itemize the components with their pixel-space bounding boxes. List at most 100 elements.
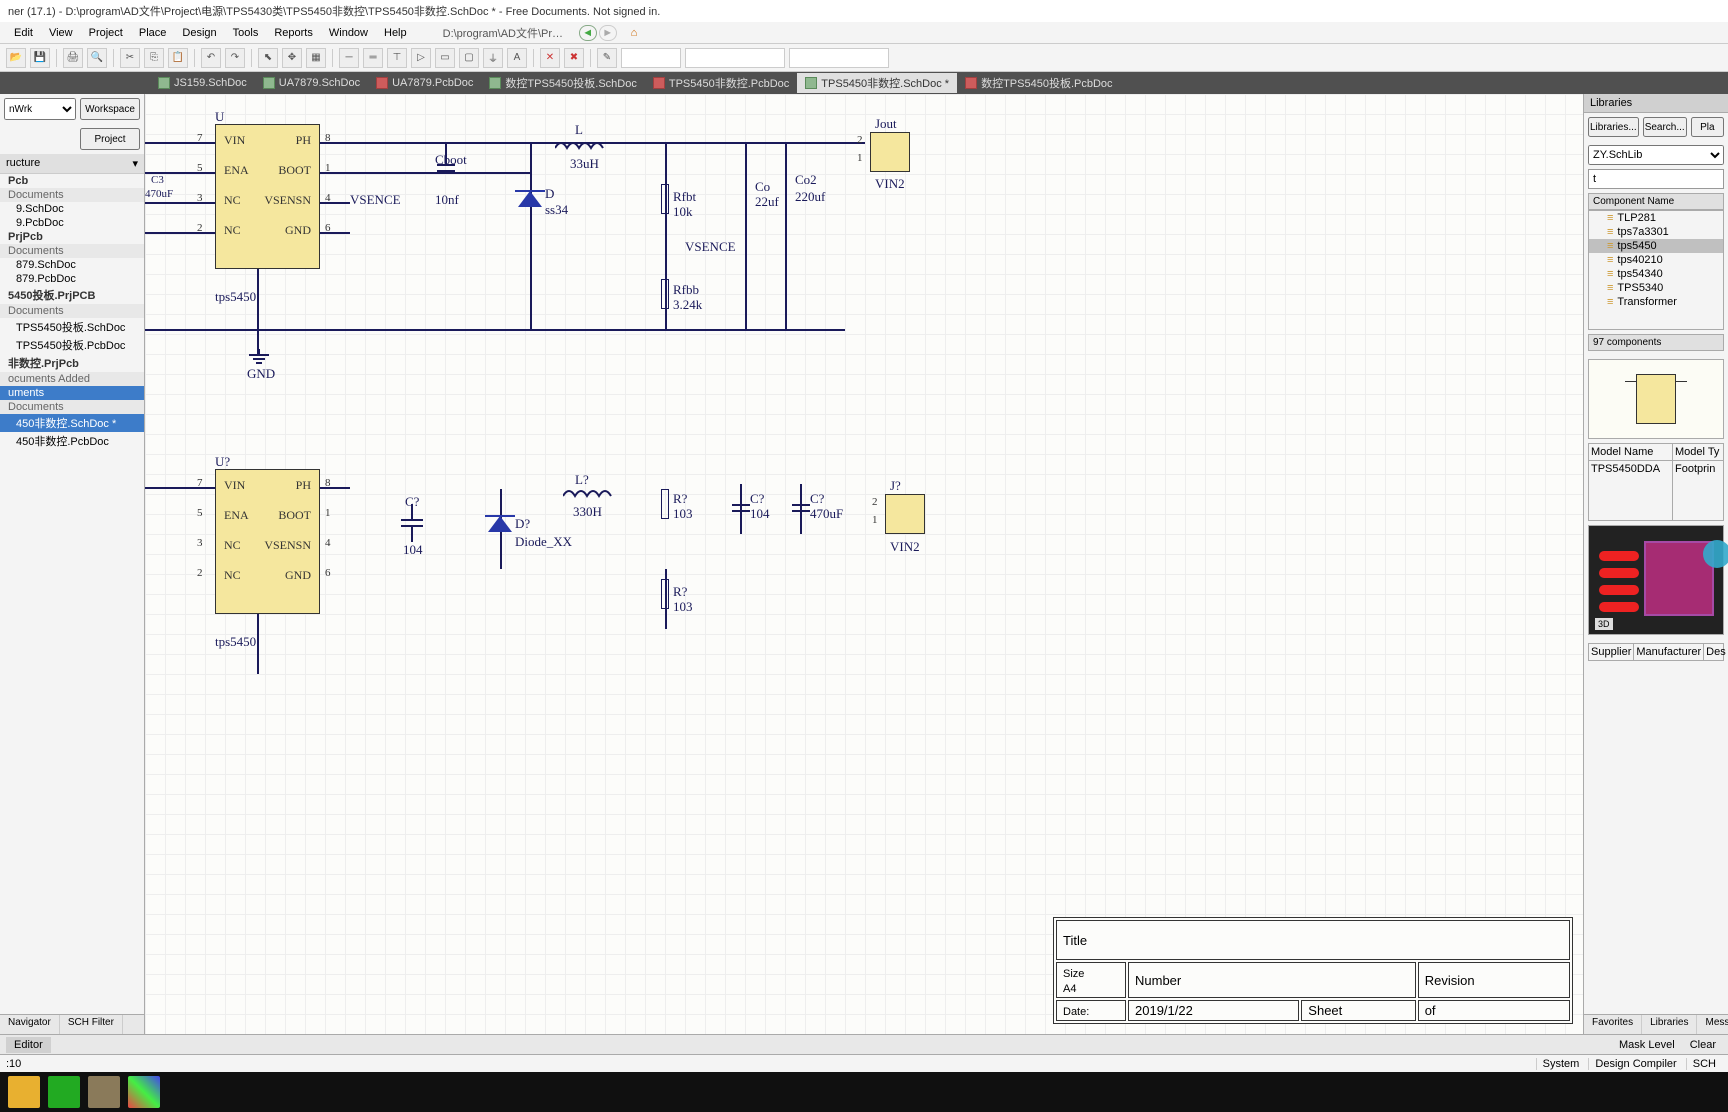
style-icon[interactable]: ✎: [597, 48, 617, 68]
component-list[interactable]: TLP281tps7a3301tps5450tps40210tps54340TP…: [1588, 210, 1724, 330]
move-icon[interactable]: ✥: [282, 48, 302, 68]
nav-fwd-icon[interactable]: ►: [599, 25, 617, 41]
tab-supplier[interactable]: Supplier: [1589, 644, 1634, 660]
app-icon-2[interactable]: [128, 1076, 160, 1108]
open-icon[interactable]: 📂: [6, 48, 26, 68]
menu-tools[interactable]: Tools: [225, 25, 267, 41]
tree-item[interactable]: 450非数控.PcbDoc: [0, 432, 144, 450]
cut-icon[interactable]: ✂: [120, 48, 140, 68]
editor-tab[interactable]: Editor: [6, 1037, 51, 1053]
windows-taskbar[interactable]: [0, 1072, 1728, 1112]
menu-project[interactable]: Project: [81, 25, 131, 41]
tab-js159[interactable]: JS159.SchDoc: [150, 73, 255, 93]
place-button[interactable]: Pla: [1691, 117, 1724, 137]
tree-item[interactable]: 879.PcbDoc: [0, 272, 144, 286]
tree-item[interactable]: 9.PcbDoc: [0, 216, 144, 230]
redo-icon[interactable]: ↷: [225, 48, 245, 68]
schematic-canvas[interactable]: U VIN PH ENA BOOT NC VSENSN NC GND 7 8 5…: [145, 94, 1583, 1034]
tree-item[interactable]: Documents: [0, 244, 144, 258]
tab-manufacturer[interactable]: Manufacturer: [1634, 644, 1704, 660]
structure-toggle-icon[interactable]: ▾: [132, 157, 138, 170]
component-item[interactable]: Transformer: [1589, 295, 1723, 309]
tab-design-compiler[interactable]: Design Compiler: [1588, 1058, 1682, 1070]
app-icon[interactable]: [88, 1076, 120, 1108]
resistor-rfbb[interactable]: [661, 279, 669, 309]
search-button[interactable]: Search...: [1643, 117, 1687, 137]
save-icon[interactable]: 💾: [30, 48, 50, 68]
model-type-col[interactable]: Model Ty: [1673, 444, 1723, 460]
model-name[interactable]: TPS5450DDA: [1589, 461, 1673, 520]
tree-item[interactable]: 非数控.PrjPcb: [0, 354, 144, 372]
tab-fsk-sch[interactable]: TPS5450非数控.SchDoc *: [797, 73, 957, 93]
tab-ua7879-sch[interactable]: UA7879.SchDoc: [255, 73, 368, 93]
undo-icon[interactable]: ↶: [201, 48, 221, 68]
project-button[interactable]: Project: [80, 128, 140, 150]
model-name-col[interactable]: Model Name: [1589, 444, 1673, 460]
3d-badge[interactable]: 3D: [1595, 618, 1613, 630]
component-item[interactable]: TPS5340: [1589, 281, 1723, 295]
tab-sk-pcb[interactable]: 数控TPS5450投板.PcbDoc: [957, 73, 1120, 93]
tab-system[interactable]: System: [1536, 1058, 1586, 1070]
library-select[interactable]: ZY.SchLib: [1588, 145, 1724, 165]
ic-u-bot[interactable]: VIN PH ENA BOOT NC VSENSN NC GND: [215, 469, 320, 614]
tree-item[interactable]: Documents: [0, 188, 144, 202]
component-item[interactable]: tps54340: [1589, 267, 1723, 281]
address-path[interactable]: D:\program\AD文件\Project\电…: [435, 23, 575, 43]
wire-icon[interactable]: ─: [339, 48, 359, 68]
resistor-rfbt[interactable]: [661, 184, 669, 214]
copy-icon[interactable]: ⎘: [144, 48, 164, 68]
tab-navigator[interactable]: Navigator: [0, 1015, 60, 1034]
style-dropdown[interactable]: [621, 48, 681, 68]
tree-item[interactable]: TPS5450投板.PcbDoc: [0, 336, 144, 354]
home-icon[interactable]: ⌂: [623, 25, 646, 41]
project-tree[interactable]: PcbDocuments9.SchDoc9.PcbDocPrjPcbDocume…: [0, 174, 144, 1014]
tab-sch-filter[interactable]: SCH Filter: [60, 1015, 123, 1034]
paste-icon[interactable]: 📋: [168, 48, 188, 68]
filter-input[interactable]: [1588, 169, 1724, 189]
menu-help[interactable]: Help: [376, 25, 415, 41]
tree-item[interactable]: Documents: [0, 304, 144, 318]
cross-icon[interactable]: ✕: [540, 48, 560, 68]
print-icon[interactable]: 🖨: [63, 48, 83, 68]
delete-icon[interactable]: ✖: [564, 48, 584, 68]
tree-item[interactable]: PrjPcb: [0, 230, 144, 244]
file-explorer-icon[interactable]: [8, 1076, 40, 1108]
grid-icon[interactable]: ▦: [306, 48, 326, 68]
tree-item[interactable]: Pcb: [0, 174, 144, 188]
tab-sk-sch[interactable]: 数控TPS5450投板.SchDoc: [481, 73, 644, 93]
tree-item[interactable]: uments: [0, 386, 144, 400]
port-icon[interactable]: ▷: [411, 48, 431, 68]
tab-favorites[interactable]: Favorites: [1584, 1015, 1642, 1034]
comp-name-header[interactable]: Component Name: [1588, 193, 1724, 210]
mask-level[interactable]: Mask Level: [1613, 1039, 1681, 1051]
tree-item[interactable]: 879.SchDoc: [0, 258, 144, 272]
clear-button[interactable]: Clear: [1684, 1039, 1722, 1051]
connector-jout[interactable]: [870, 132, 910, 172]
tree-item[interactable]: 5450投板.PrjPCB: [0, 286, 144, 304]
connector-j-bot[interactable]: [885, 494, 925, 534]
power-icon[interactable]: ⏚: [483, 48, 503, 68]
tab-ua7879-pcb[interactable]: UA7879.PcbDoc: [368, 73, 481, 93]
part-icon[interactable]: ▭: [435, 48, 455, 68]
tab-libraries[interactable]: Libraries: [1642, 1015, 1697, 1034]
res-bot1[interactable]: [661, 489, 669, 519]
wechat-icon[interactable]: [48, 1076, 80, 1108]
ic-u[interactable]: VIN PH ENA BOOT NC VSENSN NC GND: [215, 124, 320, 269]
zoom-icon[interactable]: 🔍: [87, 48, 107, 68]
menu-place[interactable]: Place: [131, 25, 175, 41]
tab-messages[interactable]: Messages: [1697, 1015, 1728, 1034]
tree-item[interactable]: 450非数控.SchDoc *: [0, 414, 144, 432]
net-icon[interactable]: ⊤: [387, 48, 407, 68]
nav-back-icon[interactable]: ◄: [579, 25, 597, 41]
component-item[interactable]: TLP281: [1589, 211, 1723, 225]
tree-item[interactable]: TPS5450投板.SchDoc: [0, 318, 144, 336]
pcb-3d-preview[interactable]: 3D: [1588, 525, 1724, 635]
menu-edit[interactable]: Edit: [6, 25, 41, 41]
menu-design[interactable]: Design: [174, 25, 224, 41]
tree-item[interactable]: ocuments Added: [0, 372, 144, 386]
sheet-icon[interactable]: ▢: [459, 48, 479, 68]
libraries-button[interactable]: Libraries...: [1588, 117, 1639, 137]
tab-sch[interactable]: SCH: [1686, 1058, 1722, 1070]
filter-dropdown[interactable]: [789, 48, 889, 68]
menu-window[interactable]: Window: [321, 25, 376, 41]
